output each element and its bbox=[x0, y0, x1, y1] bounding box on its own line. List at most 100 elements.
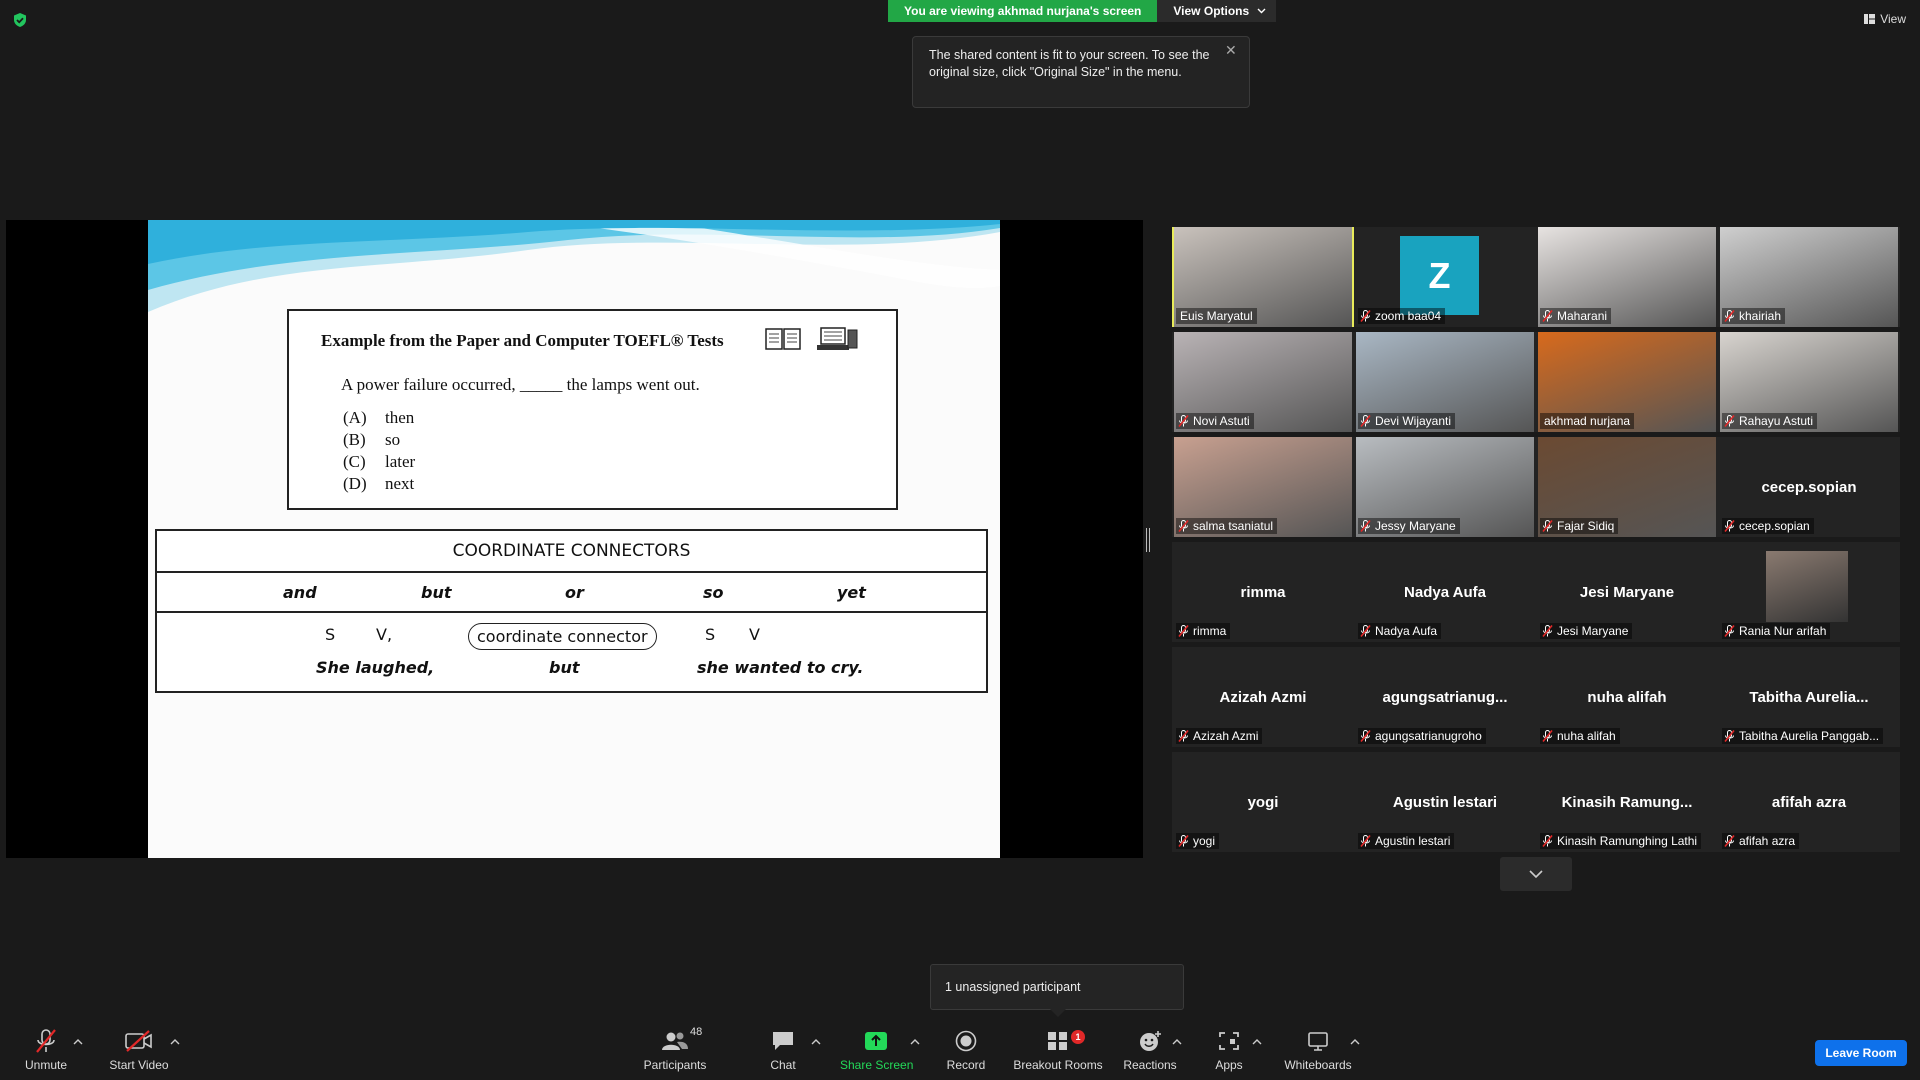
leave-room-button[interactable]: Leave Room bbox=[1815, 1040, 1907, 1066]
participant-tile[interactable]: Nadya Aufa Nadya Aufa bbox=[1354, 542, 1536, 642]
participant-tile[interactable]: Fajar Sidiq bbox=[1536, 437, 1718, 537]
mic-muted-icon bbox=[1360, 310, 1371, 322]
unmute-button[interactable]: Unmute bbox=[18, 1028, 74, 1074]
view-button[interactable]: View bbox=[1864, 12, 1906, 26]
toefl-options: (A) then (B) so (C) later (D) next bbox=[343, 407, 415, 495]
example-part1: She laughed, bbox=[316, 658, 435, 677]
participant-tile[interactable]: Azizah Azmi Azizah Azmi bbox=[1172, 647, 1354, 747]
option-text: later bbox=[385, 452, 416, 471]
apps-options-caret-icon[interactable] bbox=[1252, 1038, 1262, 1046]
close-icon[interactable]: ✕ bbox=[1225, 43, 1239, 57]
participant-tile[interactable]: khairiah bbox=[1718, 227, 1900, 327]
option-letter: (C) bbox=[343, 452, 366, 471]
participant-name-label: Euis Maryatul bbox=[1176, 308, 1257, 324]
tooltip-text: The shared content is fit to your screen… bbox=[929, 48, 1210, 79]
gallery-next-page-button[interactable] bbox=[1500, 857, 1572, 891]
participant-tile[interactable]: Rahayu Astuti bbox=[1718, 332, 1900, 432]
participant-tile[interactable]: Novi Astuti bbox=[1172, 332, 1354, 432]
example-part2: she wanted to cry. bbox=[697, 658, 864, 677]
shared-slide: Example from the Paper and Computer TOEF… bbox=[148, 220, 1000, 858]
participant-name-label: Devi Wijayanti bbox=[1358, 413, 1456, 429]
participant-name: Jesi Maryane bbox=[1557, 624, 1629, 638]
share-options-caret-icon[interactable] bbox=[910, 1038, 920, 1046]
participant-tile[interactable]: Jesi Maryane Jesi Maryane bbox=[1536, 542, 1718, 642]
toefl-option: (A) then bbox=[343, 407, 415, 429]
participant-tile[interactable]: Zzoom baa04 bbox=[1354, 227, 1536, 327]
mic-muted-icon bbox=[1724, 415, 1735, 427]
connector-word: or bbox=[565, 583, 584, 602]
participant-tile[interactable]: cecep.sopian cecep.sopian bbox=[1718, 437, 1900, 537]
participant-name: Devi Wijayanti bbox=[1375, 414, 1452, 428]
whiteboards-button[interactable]: Whiteboards bbox=[1282, 1028, 1354, 1074]
participant-tile[interactable]: Rania Nur arifah bbox=[1718, 542, 1900, 642]
participant-tile[interactable]: yogi yogi bbox=[1172, 752, 1354, 852]
record-button[interactable]: Record bbox=[942, 1028, 990, 1074]
chevron-down-icon bbox=[1257, 8, 1266, 14]
breakout-rooms-button[interactable]: 1 Breakout Rooms bbox=[1012, 1028, 1104, 1074]
participant-name-label: cecep.sopian bbox=[1722, 518, 1814, 534]
participant-tile[interactable]: rimma rimma bbox=[1172, 542, 1354, 642]
start-video-button[interactable]: Start Video bbox=[106, 1028, 172, 1074]
participants-button[interactable]: 48 Participants bbox=[640, 1026, 710, 1074]
mic-muted-icon bbox=[1542, 625, 1553, 637]
participant-name-label: akhmad nurjana bbox=[1540, 413, 1635, 429]
toefl-example-box: Example from the Paper and Computer TOEF… bbox=[287, 309, 898, 510]
reactions-button[interactable]: Reactions bbox=[1122, 1028, 1178, 1074]
breakout-badge: 1 bbox=[1071, 1030, 1085, 1044]
start-video-label: Start Video bbox=[109, 1058, 169, 1072]
participant-name-label: Fajar Sidiq bbox=[1540, 518, 1619, 534]
mic-muted-icon bbox=[1178, 835, 1189, 847]
participant-tile[interactable]: Devi Wijayanti bbox=[1354, 332, 1536, 432]
option-letter: (A) bbox=[343, 408, 367, 427]
apps-button[interactable]: Apps bbox=[1200, 1028, 1258, 1074]
share-screen-icon bbox=[865, 1032, 887, 1050]
mic-muted-icon bbox=[1360, 625, 1371, 637]
participant-photo bbox=[1766, 551, 1848, 622]
chat-options-caret-icon[interactable] bbox=[811, 1038, 821, 1046]
participant-tile[interactable]: afifah azra afifah azra bbox=[1718, 752, 1900, 852]
mic-muted-icon bbox=[1724, 730, 1735, 742]
participant-name-label: Rania Nur arifah bbox=[1722, 623, 1831, 639]
participant-display-name: afifah azra bbox=[1771, 794, 1847, 811]
participant-name: Euis Maryatul bbox=[1180, 309, 1253, 323]
chat-label: Chat bbox=[770, 1058, 796, 1072]
participant-tile[interactable]: agungsatrianug... agungsatrianugroho bbox=[1354, 647, 1536, 747]
participant-tile[interactable]: Maharani bbox=[1536, 227, 1718, 327]
participants-label: Participants bbox=[643, 1058, 707, 1072]
participant-tile[interactable]: Euis Maryatul bbox=[1172, 227, 1354, 327]
panel-resize-handle[interactable] bbox=[1146, 528, 1150, 552]
encryption-shield-icon[interactable] bbox=[12, 12, 28, 28]
option-text: so bbox=[385, 430, 401, 449]
participant-display-name: Tabitha Aurelia... bbox=[1749, 689, 1869, 706]
audio-options-caret-icon[interactable] bbox=[73, 1038, 83, 1046]
participant-name-label: afifah azra bbox=[1722, 833, 1800, 849]
participant-name: nuha alifah bbox=[1557, 729, 1616, 743]
participant-display-name: Agustin lestari bbox=[1392, 794, 1498, 811]
participant-tile[interactable]: akhmad nurjana bbox=[1536, 332, 1718, 432]
participant-name: Maharani bbox=[1557, 309, 1608, 323]
share-screen-button[interactable]: Share Screen bbox=[840, 1028, 913, 1074]
participant-name-label: khairiah bbox=[1722, 308, 1786, 324]
participant-tile[interactable]: nuha alifah nuha alifah bbox=[1536, 647, 1718, 747]
chat-button[interactable]: Chat bbox=[758, 1028, 808, 1074]
view-options-button[interactable]: View Options bbox=[1157, 0, 1277, 22]
participant-name: agungsatrianugroho bbox=[1375, 729, 1482, 743]
participant-name: Rania Nur arifah bbox=[1739, 624, 1827, 638]
participant-tile[interactable]: Agustin lestari Agustin lestari bbox=[1354, 752, 1536, 852]
participant-name: Agustin lestari bbox=[1375, 834, 1451, 848]
whiteboards-options-caret-icon[interactable] bbox=[1350, 1038, 1360, 1046]
participant-tile[interactable]: Jessy Maryane bbox=[1354, 437, 1536, 537]
participant-tile[interactable]: Kinasih Ramung... Kinasih Ramunghing Lath… bbox=[1536, 752, 1718, 852]
participant-name: yogi bbox=[1193, 834, 1216, 848]
participant-avatar: Z bbox=[1400, 236, 1479, 315]
participant-name: cecep.sopian bbox=[1739, 519, 1810, 533]
video-off-icon bbox=[125, 1030, 152, 1052]
unassigned-participant-popup[interactable]: 1 unassigned participant bbox=[930, 964, 1184, 1010]
video-options-caret-icon[interactable] bbox=[170, 1038, 180, 1046]
mic-muted-icon bbox=[1178, 730, 1189, 742]
participant-display-name: yogi bbox=[1247, 794, 1279, 811]
participant-tile[interactable]: salma tsaniatul bbox=[1172, 437, 1354, 537]
reactions-options-caret-icon[interactable] bbox=[1172, 1038, 1182, 1046]
mic-muted-icon bbox=[1360, 730, 1371, 742]
participant-tile[interactable]: Tabitha Aurelia... Tabitha Aurelia Pangga… bbox=[1718, 647, 1900, 747]
